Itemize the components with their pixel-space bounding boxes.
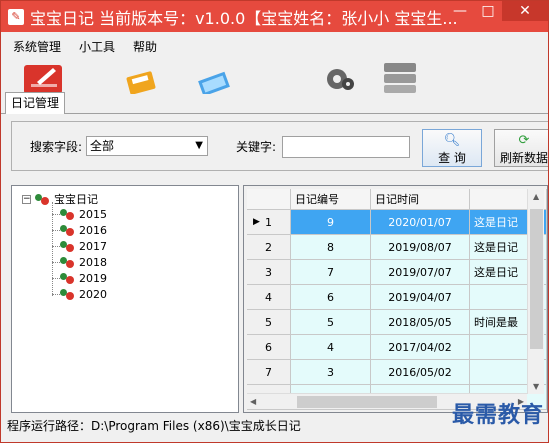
cell-id[interactable]: 7 — [291, 260, 371, 284]
photo-icon[interactable] — [194, 62, 234, 97]
window-title: 宝宝日记 当前版本号：v1.0.0【宝宝姓名：张小小 宝宝生... — [30, 8, 458, 28]
scroll-up-icon[interactable]: ▲ — [533, 192, 539, 201]
tree-root-label: 宝宝日记 — [54, 193, 98, 206]
tree-item-label: 2016 — [79, 223, 107, 237]
watermark-logo: 最需教育 — [451, 402, 544, 428]
cell-id[interactable]: 3 — [291, 360, 371, 384]
row-number: 7 — [247, 360, 291, 384]
row-number: 1 — [265, 215, 272, 229]
row-number: 5 — [247, 310, 291, 334]
cell-id[interactable]: 4 — [291, 335, 371, 359]
keyword-input[interactable] — [282, 136, 410, 158]
column-header-rownum — [247, 189, 291, 209]
row-number: 2 — [247, 235, 291, 259]
search-field-select[interactable]: 全部 ▼ — [86, 136, 208, 156]
refresh-icon: ⟳ — [518, 133, 530, 148]
query-button-label: 查 询 — [438, 151, 466, 165]
app-window: ✎ 宝宝日记 当前版本号：v1.0.0【宝宝姓名：张小小 宝宝生... — □ … — [0, 0, 549, 443]
cell-id[interactable]: 9 — [291, 210, 371, 234]
tree-root[interactable]: − 宝宝日记 — [22, 191, 98, 207]
cell-id[interactable]: 6 — [291, 285, 371, 309]
minimize-button[interactable]: — — [446, 1, 474, 21]
cell-date[interactable]: 2020/01/07 — [371, 210, 470, 234]
cell-id[interactable]: 8 — [291, 235, 371, 259]
keyword-label: 关键字: — [236, 140, 277, 154]
table-row[interactable]: 2 8 2019/08/07 这是日记 — [247, 235, 547, 260]
row-number: 3 — [247, 260, 291, 284]
close-button[interactable]: ✕ — [502, 1, 548, 21]
table-row[interactable]: 5 5 2018/05/05 时间是最 — [247, 310, 547, 335]
table-row[interactable]: 3 7 2019/07/07 这是日记 — [247, 260, 547, 285]
row-number: 4 — [247, 285, 291, 309]
table-row[interactable]: 7 3 2016/05/02 — [247, 360, 547, 385]
tab-strip: 日记管理 — [1, 92, 548, 114]
cell-id[interactable]: 5 — [291, 310, 371, 334]
vertical-scroll-thumb[interactable] — [530, 209, 543, 349]
grid-header: 日记编号 日记时间 — [247, 189, 547, 210]
app-icon: ✎ — [8, 8, 24, 25]
menu-system[interactable]: 系统管理 — [11, 36, 63, 57]
cell-date[interactable]: 2019/08/07 — [371, 235, 470, 259]
cell-date[interactable]: 2018/05/05 — [371, 310, 470, 334]
tab-diary-management[interactable]: 日记管理 — [5, 92, 66, 114]
menu-bar: 系统管理 小工具 帮助 — [11, 36, 159, 57]
row-number: 6 — [247, 335, 291, 359]
cell-date[interactable]: 2016/05/02 — [371, 360, 470, 384]
scroll-down-icon[interactable]: ▼ — [533, 382, 539, 391]
family-icon — [60, 223, 76, 237]
tree-item-2018[interactable]: 2018 — [60, 255, 107, 269]
tree-item-label: 2020 — [79, 287, 107, 301]
tree-item-2017[interactable]: 2017 — [60, 239, 107, 253]
family-icon — [60, 255, 76, 269]
menu-tools[interactable]: 小工具 — [77, 36, 117, 57]
tree-item-label: 2017 — [79, 239, 107, 253]
cell-date[interactable]: 2019/07/07 — [371, 260, 470, 284]
column-header-id[interactable]: 日记编号 — [291, 189, 371, 209]
column-header-date[interactable]: 日记时间 — [371, 189, 470, 209]
cell-date[interactable]: 2019/04/07 — [371, 285, 470, 309]
scroll-left-icon[interactable]: ◀ — [250, 397, 256, 406]
maximize-button[interactable]: □ — [474, 1, 502, 21]
tree-item-2016[interactable]: 2016 — [60, 223, 107, 237]
table-row[interactable]: 4 6 2019/04/07 : — [247, 285, 547, 310]
vertical-scrollbar[interactable]: ▲ ▼ — [527, 189, 544, 394]
tree-item-label: 2018 — [79, 255, 107, 269]
query-button[interactable]: 🔍︎ 查 询 — [422, 129, 482, 167]
refresh-button[interactable]: ⟳ 刷新数据 — [494, 129, 548, 167]
tree-item-label: 2015 — [79, 207, 107, 221]
settings-gear-icon[interactable] — [319, 62, 359, 94]
search-panel: 搜索字段: 全部 ▼ 关键字: 🔍︎ 查 询 ⟳ 刷新数据 — [11, 121, 548, 171]
calculator-icon[interactable] — [124, 62, 164, 95]
menu-help[interactable]: 帮助 — [131, 36, 159, 57]
chevron-down-icon: ▼ — [195, 140, 203, 151]
magnifier-icon: 🔍︎ — [443, 133, 461, 148]
cell-date[interactable]: 2017/04/02 — [371, 335, 470, 359]
title-bar[interactable]: ✎ 宝宝日记 当前版本号：v1.0.0【宝宝姓名：张小小 宝宝生... — □ … — [1, 1, 548, 32]
row-number-cell: ▶ 1 — [247, 210, 291, 234]
search-field-value: 全部 — [90, 139, 115, 153]
database-icon[interactable] — [381, 62, 421, 94]
current-row-arrow-icon: ▶ — [253, 217, 260, 227]
family-icon — [60, 287, 76, 301]
family-icon — [60, 271, 76, 285]
diary-notebook-icon[interactable] — [23, 62, 63, 94]
table-row[interactable]: 6 4 2017/04/02 — [247, 335, 547, 360]
tree-item-2019[interactable]: 2019 — [60, 271, 107, 285]
toolbar — [1, 62, 548, 97]
family-icon — [60, 207, 76, 221]
tree-item-label: 2019 — [79, 271, 107, 285]
diary-grid: 日记编号 日记时间 ▶ 1 9 2020/01/07 这是日记 2 8 2019/… — [243, 185, 548, 413]
tree-item-2020[interactable]: 2020 — [60, 287, 107, 301]
refresh-button-label: 刷新数据 — [499, 151, 548, 165]
horizontal-scroll-thumb[interactable] — [297, 396, 437, 408]
table-row[interactable]: ▶ 1 9 2020/01/07 这是日记 — [247, 210, 547, 235]
search-field-label: 搜索字段: — [30, 140, 83, 154]
status-path: 程序运行路径：D:\Program Files (x86)\宝宝成长日记 — [7, 419, 301, 433]
diary-tree: − 宝宝日记 2015 2016 2017 2018 2019 2020 — [11, 185, 239, 413]
family-icon — [35, 192, 51, 206]
collapse-icon[interactable]: − — [22, 194, 31, 204]
family-icon — [60, 239, 76, 253]
tree-item-2015[interactable]: 2015 — [60, 207, 107, 221]
